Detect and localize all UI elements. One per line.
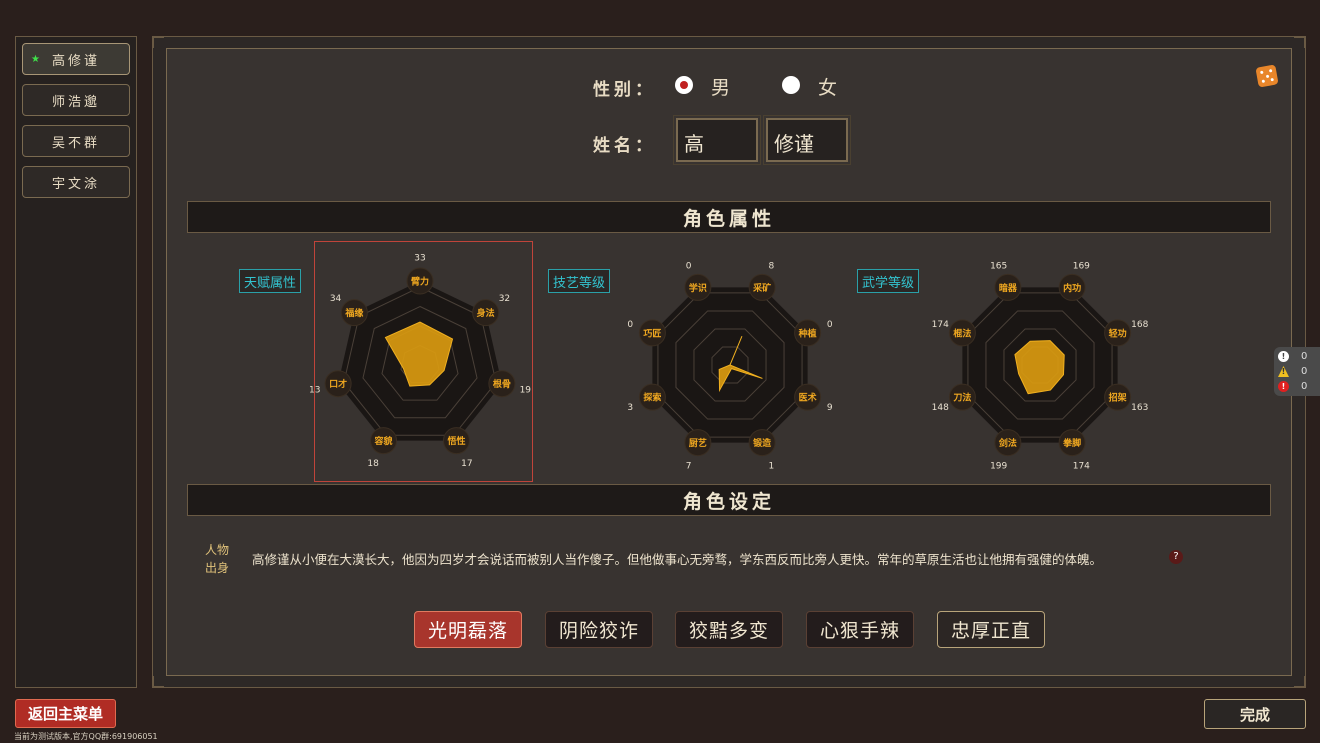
radar-value-label: 8 [768,262,774,272]
radar-value-label: 32 [499,294,510,304]
frame-corner [152,36,164,48]
radar-value-label: 168 [1131,320,1148,330]
character-name: 宇文涂 [51,176,100,192]
trait-button[interactable]: 心狠手辣 [806,611,914,648]
gender-male-label[interactable]: 男 [711,73,730,100]
warning-count: 0 [1301,366,1308,377]
radar-axis-label: 口才 [329,378,347,390]
done-button[interactable]: 完成 [1204,699,1306,729]
radar-value-label: 199 [990,461,1007,471]
radar-axis-label: 暗器 [999,282,1018,294]
info-count: 0 [1301,351,1308,362]
gender-radio-male[interactable] [675,76,693,94]
back-to-menu-button[interactable]: 返回主菜单 [15,699,116,728]
radar-value-label: 1 [768,461,774,471]
radar-axis-label: 轻功 [1109,327,1127,339]
error-count: 0 [1301,381,1308,392]
surname-input[interactable]: 高 [673,115,761,165]
radar-axis-label: 根骨 [493,378,511,390]
talent-radar-chart: 臂力 33 身法 32 根骨 19 悟性 17 容貌 18 口才 13 福缘34 [309,254,532,469]
radar-axis-label: 巧匠 [643,328,661,339]
name-label: 姓名： [593,136,656,156]
radar-axis-label: 学识 [689,282,707,294]
radar-axis-label: 采矿 [752,282,771,294]
radar-axis-label: 厨艺 [689,437,707,449]
star-icon: ★ [31,53,43,65]
radar-value-label: 18 [367,459,379,469]
radar-axis-label: 容貌 [374,435,393,447]
radar-axis-label: 探索 [643,392,661,404]
radar-axis-label: 种植 [798,327,817,339]
attributes-section-header: 角色属性 [187,201,1271,233]
radar-value-label: 33 [414,254,425,264]
martial-tag: 武学等级 [857,269,920,293]
radar-value-label: 0 [686,262,692,272]
gender-label: 性别： [593,80,656,100]
help-icon[interactable]: ? [1169,550,1183,564]
bio-text: 高修谨从小便在大漠长大，他因为四岁才会说话而被别人当作傻子。但他做事心无旁骛，学… [252,552,1103,567]
radar-value-label: 34 [330,294,342,304]
gender-female-label[interactable]: 女 [818,73,837,100]
radar-value-label: 3 [627,403,633,413]
character-name: 吴不群 [51,135,100,151]
radar-value-label: 0 [627,320,633,330]
radar-axis-label: 招架 [1109,392,1127,404]
trait-button[interactable]: 狡黠多变 [675,611,783,648]
trait-button[interactable]: 阴险狡诈 [545,611,653,648]
radar-value-label: 13 [309,386,320,396]
warning-icon: ! [1278,366,1289,377]
radar-axis-label: 内功 [1063,282,1081,294]
radar-axis-label: 拳脚 [1062,437,1081,449]
radar-axis-label: 剑法 [998,437,1017,449]
radio-selected-dot [680,81,688,89]
status-panel[interactable]: ! 0 ! 0 ! 0 [1274,347,1320,396]
character-tab[interactable]: ★ 高修谨 [22,43,130,75]
radar-value-label: 174 [1073,461,1090,471]
radar-axis-label: 医术 [799,392,817,404]
version-text: 当前为测试版本,官方QQ群:691906051 [14,732,158,741]
radar-value-label: 148 [932,403,949,413]
frame-corner [1294,36,1306,48]
radar-value-label: 0 [827,320,833,330]
radar-value-label: 7 [686,461,692,471]
radar-value-label: 165 [990,262,1007,272]
dice-icon[interactable] [1255,64,1279,88]
character-name: 师浩邈 [51,94,100,110]
radar-axis-label: 刀法 [953,392,971,404]
character-tab[interactable]: 宇文涂 [22,166,130,198]
character-tab[interactable]: 吴不群 [22,125,130,157]
radar-value-label: 19 [520,386,532,396]
skill-tag: 技艺等级 [548,269,611,293]
trait-button[interactable]: 光明磊落 [414,611,522,648]
radar-axis-label: 福缘 [344,307,363,319]
character-name: 高修谨 [51,53,100,69]
bio-label: 人物出身 [204,543,229,575]
gender-radio-female[interactable] [782,76,800,94]
radar-value-label: 169 [1073,262,1090,272]
radar-value-label: 9 [827,403,833,413]
info-icon: ! [1278,351,1289,362]
radar-value-label: 17 [461,459,472,469]
frame-corner [1294,676,1306,688]
given-name-input[interactable]: 修谨 [763,115,851,165]
radar-axis-label: 锻造 [753,437,772,449]
radar-value-label: 163 [1131,403,1148,413]
talent-tag: 天赋属性 [239,269,302,293]
radar-value-label: 174 [932,320,949,330]
radar-axis-label: 身法 [477,307,495,319]
radar-axis-label: 臂力 [411,276,429,288]
error-icon: ! [1278,381,1289,392]
radar-axis-label: 棍法 [953,327,971,339]
radar-axis-label: 悟性 [447,435,465,447]
settings-section-header: 角色设定 [187,484,1271,516]
martial-radar-chart: 暗器 165 内功 169 轻功 168 招架 163 拳脚 174 剑法 199 刀法 148 棍法 174 [932,262,1149,472]
skill-radar-chart: 学识 0 采矿 8 种植 0 医术 9 锻造 1 厨艺 7 探索 3 巧匠 0 [627,262,833,472]
trait-button[interactable]: 忠厚正直 [937,611,1045,648]
character-tab[interactable]: 师浩邈 [22,84,130,116]
frame-corner [152,676,164,688]
